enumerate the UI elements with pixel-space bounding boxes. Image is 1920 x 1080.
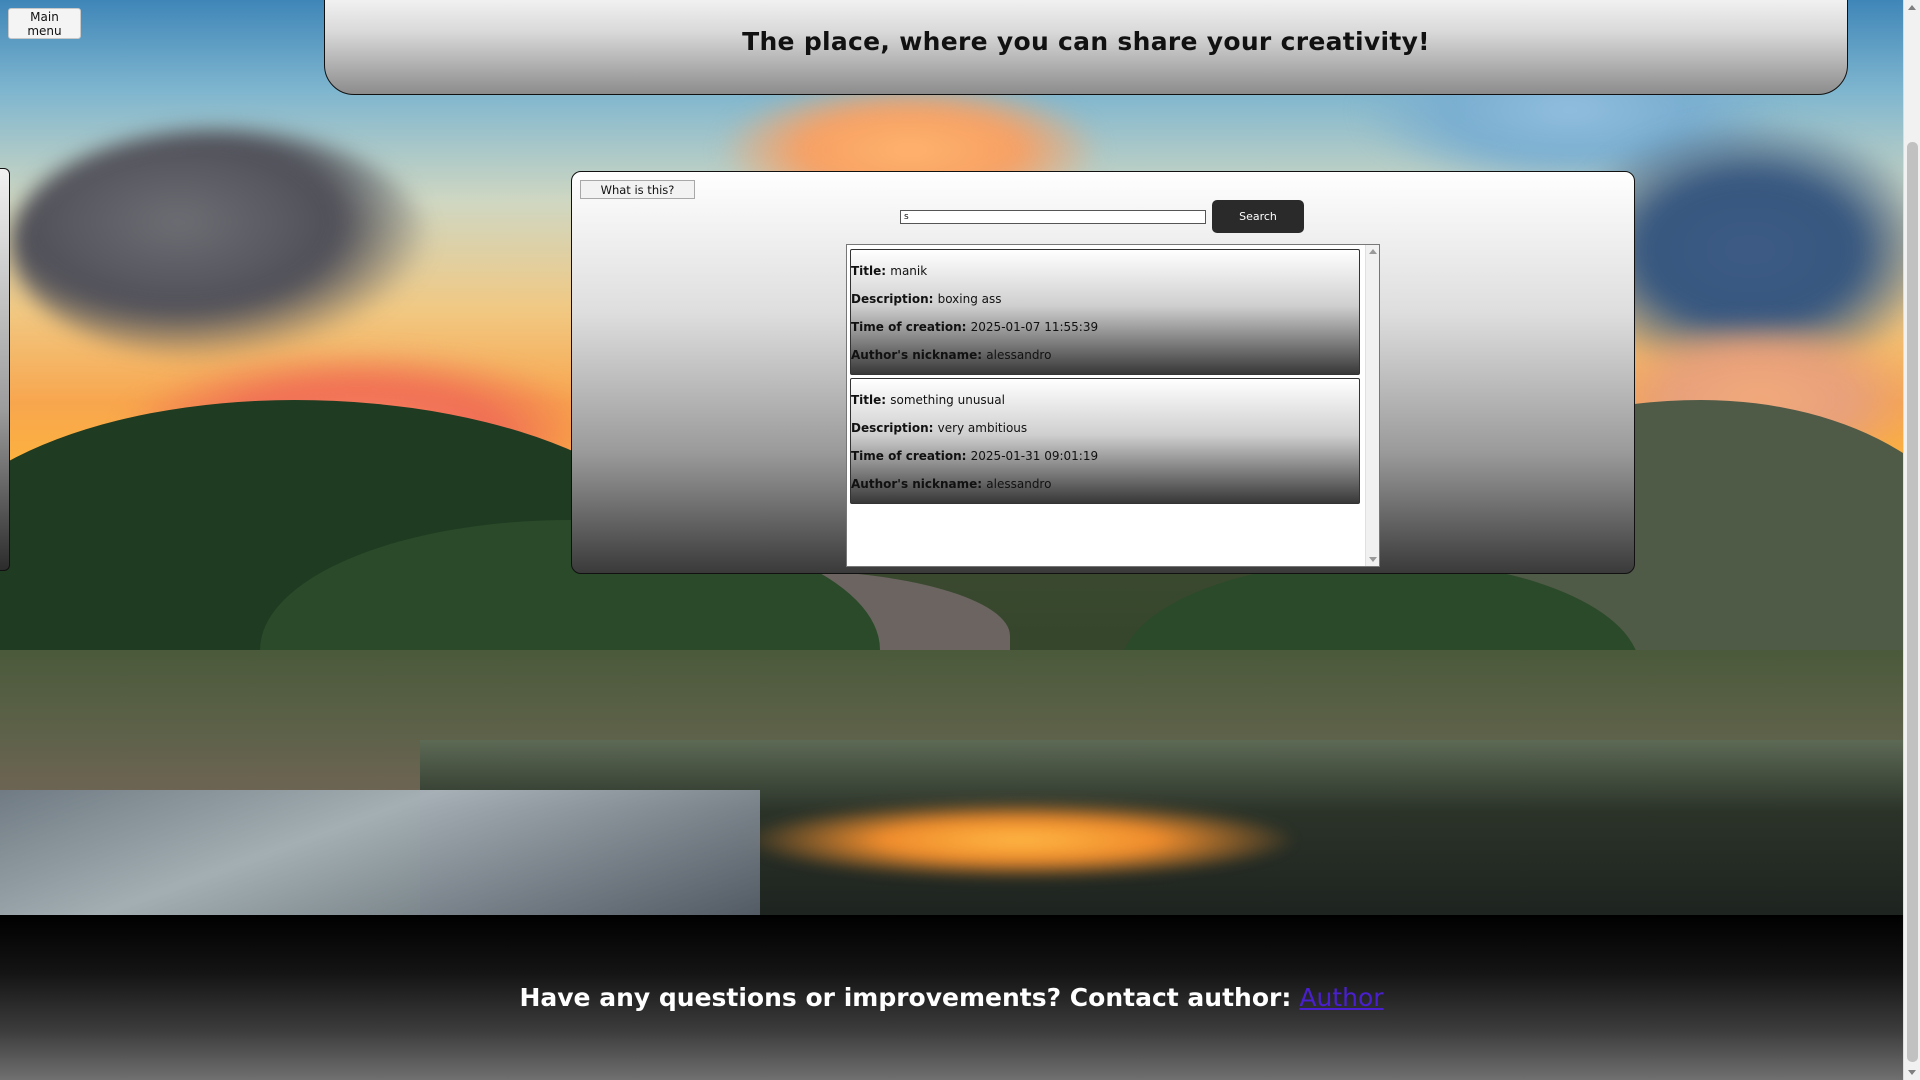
author-label: Author's nickname: [851, 348, 987, 362]
title-label: Title: [851, 393, 891, 407]
main-menu-button[interactable]: Main menu [8, 8, 81, 39]
result-author-row: Author's nickname: alessandro [851, 348, 1051, 364]
author-value: alessandro [986, 477, 1052, 491]
time-value: 2025-01-07 11:55:39 [970, 320, 1099, 334]
results-list[interactable]: Title: manik Description: boxing ass Tim… [846, 244, 1380, 567]
sunset-reflection [740, 800, 1300, 880]
page-title: The place, where you can share your crea… [742, 27, 1430, 56]
search-input[interactable] [900, 210, 1206, 224]
result-title-row: Title: something unusual [851, 393, 1005, 409]
footer: Have any questions or improvements? Cont… [0, 915, 1903, 1080]
page-scroll-up-arrow-icon[interactable] [1908, 5, 1916, 10]
header-banner: The place, where you can share your crea… [324, 0, 1848, 95]
author-label: Author's nickname: [851, 477, 987, 491]
description-value: boxing ass [937, 292, 1002, 306]
title-value: something unusual [890, 393, 1005, 407]
result-description-row: Description: very ambitious [851, 421, 1027, 437]
page-scroll-down-arrow-icon[interactable] [1908, 1070, 1916, 1075]
title-value: manik [890, 264, 928, 278]
description-value: very ambitious [937, 421, 1028, 435]
time-value: 2025-01-31 09:01:19 [970, 449, 1099, 463]
time-label: Time of creation: [851, 449, 971, 463]
scroll-up-arrow-icon[interactable] [1369, 249, 1377, 254]
result-time-row: Time of creation: 2025-01-31 09:01:19 [851, 449, 1098, 465]
description-label: Description: [851, 292, 938, 306]
page-scrollbar[interactable] [1903, 0, 1920, 1080]
results-scrollbar[interactable] [1365, 245, 1379, 566]
results-viewport: Title: manik Description: boxing ass Tim… [847, 245, 1367, 566]
footer-contact-text: Have any questions or improvements? Cont… [519, 983, 1292, 1012]
result-title-row: Title: manik [851, 264, 927, 280]
result-description-row: Description: boxing ass [851, 292, 1002, 308]
search-panel: What is this? Search Title: manik Descri… [571, 171, 1635, 574]
author-link[interactable]: Author [1299, 983, 1383, 1012]
side-panel-edge [0, 168, 10, 571]
stream [0, 790, 760, 915]
page-scroll-thumb[interactable] [1907, 142, 1918, 1062]
result-card[interactable]: Title: manik Description: boxing ass Tim… [850, 249, 1360, 375]
title-label: Title: [851, 264, 891, 278]
result-card[interactable]: Title: something unusual Description: ve… [850, 378, 1360, 504]
scroll-down-arrow-icon[interactable] [1369, 557, 1377, 562]
result-time-row: Time of creation: 2025-01-07 11:55:39 [851, 320, 1098, 336]
what-is-this-button[interactable]: What is this? [580, 180, 695, 199]
time-label: Time of creation: [851, 320, 971, 334]
description-label: Description: [851, 421, 938, 435]
search-button[interactable]: Search [1212, 200, 1304, 233]
cloud [10, 130, 430, 360]
author-value: alessandro [986, 348, 1052, 362]
result-author-row: Author's nickname: alessandro [851, 477, 1051, 493]
footer-text: Have any questions or improvements? Cont… [519, 983, 1383, 1012]
